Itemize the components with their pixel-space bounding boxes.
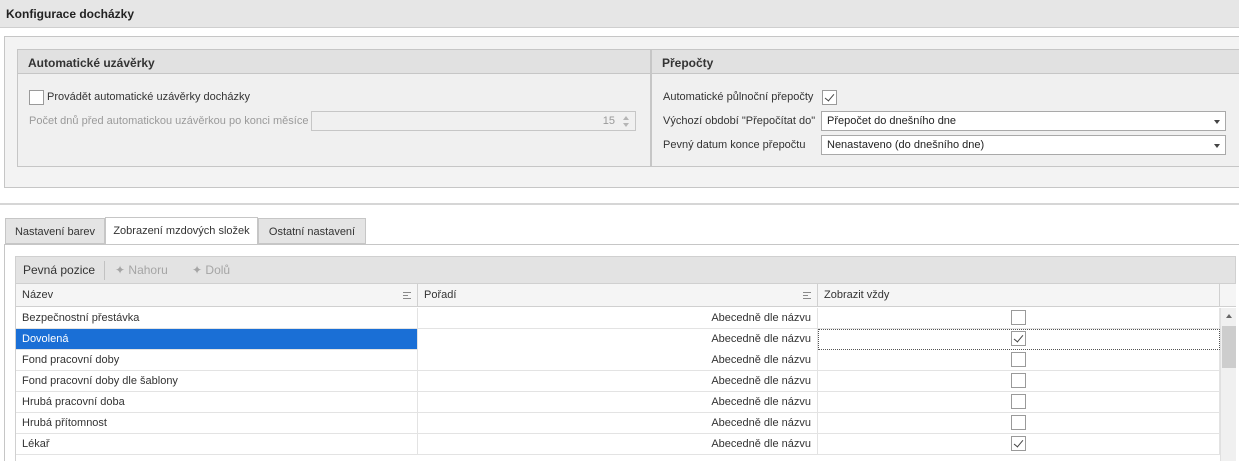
midnight-recalc-checkbox[interactable] <box>822 90 837 105</box>
move-down-label: Dolů <box>205 263 231 277</box>
table-row[interactable]: Lékař Abecedně dle názvu <box>16 434 1220 455</box>
move-up-button[interactable]: ✦ Nahoru <box>115 263 168 277</box>
chevron-down-icon[interactable] <box>1214 144 1220 148</box>
column-header-label: Zobrazit vždy <box>824 289 890 301</box>
table-row[interactable]: Dovolená Abecedně dle názvu <box>16 329 1220 350</box>
row-always-show-cell <box>818 392 1220 413</box>
spinner-arrows-icon[interactable] <box>623 114 631 128</box>
auto-closures-label: Provádět automatické uzávěrky docházky <box>47 91 250 103</box>
row-name: Lékař <box>16 434 418 455</box>
always-show-checkbox[interactable] <box>1011 352 1026 367</box>
fixed-date-select[interactable]: Nenastaveno (do dnešního dne) <box>821 135 1226 155</box>
days-before-closure-label: Počet dnů před automatickou uzávěrkou po… <box>29 115 309 127</box>
arrow-down-icon: ✦ <box>192 263 203 277</box>
row-always-show-cell <box>818 371 1220 392</box>
window-title-bar: Konfigurace docházky <box>0 0 1239 28</box>
row-order: Abecedně dle názvu <box>418 413 818 434</box>
always-show-checkbox[interactable] <box>1011 415 1026 430</box>
grid-header: Název Pořadí Zobrazit vždy <box>16 284 1236 307</box>
row-name: Bezpečnostní přestávka <box>16 308 418 329</box>
row-name: Fond pracovní doby dle šablony <box>16 371 418 392</box>
row-always-show-cell <box>818 350 1220 371</box>
table-row[interactable]: Bezpečnostní přestávka Abecedně dle názv… <box>16 308 1220 329</box>
splitter[interactable] <box>0 203 1239 205</box>
always-show-checkbox[interactable] <box>1011 436 1026 451</box>
column-header-name[interactable]: Název <box>16 284 418 307</box>
auto-closures-group: Automatické uzávěrky Provádět automatick… <box>17 49 651 167</box>
wage-components-grid: Název Pořadí Zobrazit vždy Bezpečnostní … <box>15 284 1236 461</box>
tab-label: Nastavení barev <box>14 226 96 238</box>
table-row[interactable]: Hrubá přítomnost Abecedně dle názvu <box>16 413 1220 434</box>
row-name: Hrubá přítomnost <box>16 413 418 434</box>
recalc-group: Přepočty Automatické půlnoční přepočty V… <box>651 49 1239 167</box>
move-up-label: Nahoru <box>128 263 168 277</box>
column-header-label: Název <box>22 289 54 301</box>
row-name: Dovolená <box>16 329 418 350</box>
scroll-thumb[interactable] <box>1222 326 1236 368</box>
row-order: Abecedně dle názvu <box>418 434 818 455</box>
toolbar-separator <box>104 261 105 280</box>
vertical-scrollbar[interactable] <box>1220 308 1236 461</box>
row-name: Fond pracovní doby <box>16 350 418 371</box>
fixed-date-label: Pevný datum konce přepočtu <box>663 139 806 151</box>
window-title: Konfigurace docházky <box>6 7 135 21</box>
recalc-header: Přepočty <box>652 50 1239 74</box>
always-show-checkbox[interactable] <box>1011 394 1026 409</box>
days-before-closure-spinner[interactable]: 15 <box>311 111 636 131</box>
row-name: Hrubá pracovní doba <box>16 392 418 413</box>
row-always-show-cell <box>818 434 1220 455</box>
table-row[interactable]: Hrubá pracovní doba Abecedně dle názvu <box>16 392 1220 413</box>
tab-other-settings[interactable]: Ostatní nastavení <box>258 218 366 244</box>
midnight-recalc-label: Automatické půlnoční přepočty <box>663 91 814 103</box>
table-row[interactable]: Fond pracovní doby dle šablony Abecedně … <box>16 371 1220 392</box>
grid-toolbar: Pevná pozice ✦ Nahoru ✦ Dolů <box>15 256 1236 284</box>
row-order: Abecedně dle názvu <box>418 329 818 350</box>
row-always-show-cell <box>818 329 1220 350</box>
fixed-date-value: Nenastaveno (do dnešního dne) <box>827 139 985 151</box>
tab-label: Zobrazení mzdových složek <box>113 225 250 237</box>
config-panel: Automatické uzávěrky Provádět automatick… <box>4 36 1239 188</box>
column-header-label: Pořadí <box>424 289 457 301</box>
default-period-select[interactable]: Přepočet do dnešního dne <box>821 111 1226 131</box>
row-order: Abecedně dle názvu <box>418 371 818 392</box>
column-filter-icon[interactable] <box>803 292 811 299</box>
auto-closures-checkbox[interactable] <box>29 90 44 105</box>
fixed-position-button[interactable]: Pevná pozice <box>23 263 95 277</box>
tab-color-settings[interactable]: Nastavení barev <box>5 218 105 244</box>
chevron-down-icon[interactable] <box>1214 120 1220 124</box>
default-period-value: Přepočet do dnešního dne <box>827 115 957 127</box>
arrow-up-icon: ✦ <box>115 263 126 277</box>
auto-closures-header: Automatické uzávěrky <box>18 50 650 74</box>
row-always-show-cell <box>818 413 1220 434</box>
row-order: Abecedně dle názvu <box>418 392 818 413</box>
always-show-checkbox[interactable] <box>1011 373 1026 388</box>
row-order: Abecedně dle názvu <box>418 308 818 329</box>
table-row[interactable]: Fond pracovní doby Abecedně dle názvu <box>16 350 1220 371</box>
row-always-show-cell <box>818 308 1220 329</box>
row-order: Abecedně dle názvu <box>418 350 818 371</box>
always-show-checkbox[interactable] <box>1011 331 1026 346</box>
always-show-checkbox[interactable] <box>1011 310 1026 325</box>
default-period-label: Výchozí období "Přepočítat do" <box>663 115 816 127</box>
scroll-up-icon[interactable] <box>1226 314 1232 318</box>
tab-wage-components[interactable]: Zobrazení mzdových složek <box>105 217 258 245</box>
column-filter-icon[interactable] <box>403 292 411 299</box>
move-down-button[interactable]: ✦ Dolů <box>192 263 230 277</box>
column-header-order[interactable]: Pořadí <box>418 284 818 307</box>
tab-label: Ostatní nastavení <box>268 226 356 238</box>
column-header-always-show[interactable]: Zobrazit vždy <box>818 284 1220 307</box>
days-before-closure-value: 15 <box>602 115 615 127</box>
